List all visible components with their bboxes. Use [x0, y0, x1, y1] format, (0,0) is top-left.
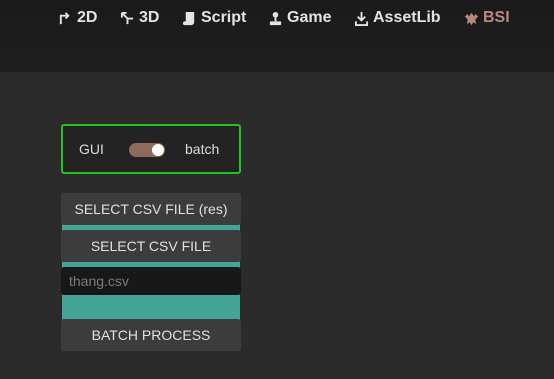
gui-mode-label: GUI: [79, 141, 104, 157]
tab-bsi-label: BSI: [483, 9, 510, 26]
tab-game[interactable]: Game: [268, 9, 331, 27]
mode-toggle[interactable]: [129, 143, 165, 157]
csv-filename-input[interactable]: [61, 267, 241, 295]
toggle-knob: [152, 144, 164, 156]
select-csv-res-button[interactable]: SELECT CSV FILE (res): [61, 193, 241, 225]
tab-assetlib-label: AssetLib: [373, 9, 441, 26]
tab-game-label: Game: [287, 9, 332, 26]
batch-mode-label: batch: [185, 141, 220, 157]
tab-2d[interactable]: 2D: [58, 9, 97, 27]
tab-script-label: Script: [201, 9, 247, 26]
select-csv-button[interactable]: SELECT CSV FILE: [61, 230, 241, 262]
2d-arrow-icon: [58, 11, 73, 26]
3d-axes-icon: [120, 11, 135, 26]
download-icon: [354, 11, 369, 26]
tab-3d[interactable]: 3D: [120, 9, 159, 27]
mode-switch-group: GUI batch: [61, 124, 241, 174]
bsi-plugin-icon: [464, 11, 479, 26]
batch-process-button[interactable]: BATCH PROCESS: [61, 319, 241, 351]
script-icon: [182, 11, 197, 26]
editor-main-toolbar: 2D 3D Script Game AssetLib BSI: [0, 0, 554, 72]
tab-script[interactable]: Script: [182, 9, 246, 27]
tab-assetlib[interactable]: AssetLib: [354, 9, 441, 27]
joystick-icon: [268, 11, 283, 26]
tab-2d-label: 2D: [77, 9, 98, 26]
tab-bsi[interactable]: BSI: [464, 9, 510, 27]
tab-3d-label: 3D: [139, 9, 160, 26]
